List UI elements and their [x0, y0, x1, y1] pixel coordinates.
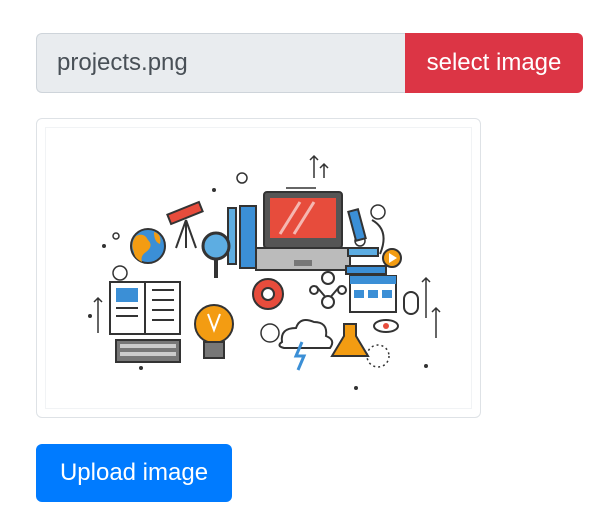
- science-illustration-image: [88, 154, 441, 390]
- upload-image-button[interactable]: Upload image: [36, 444, 232, 502]
- file-input-group: projects.png select image: [36, 33, 583, 93]
- file-name-field[interactable]: projects.png: [36, 33, 405, 93]
- image-preview-frame: [45, 127, 472, 409]
- image-preview: [36, 118, 481, 418]
- select-image-button[interactable]: select image: [405, 33, 583, 93]
